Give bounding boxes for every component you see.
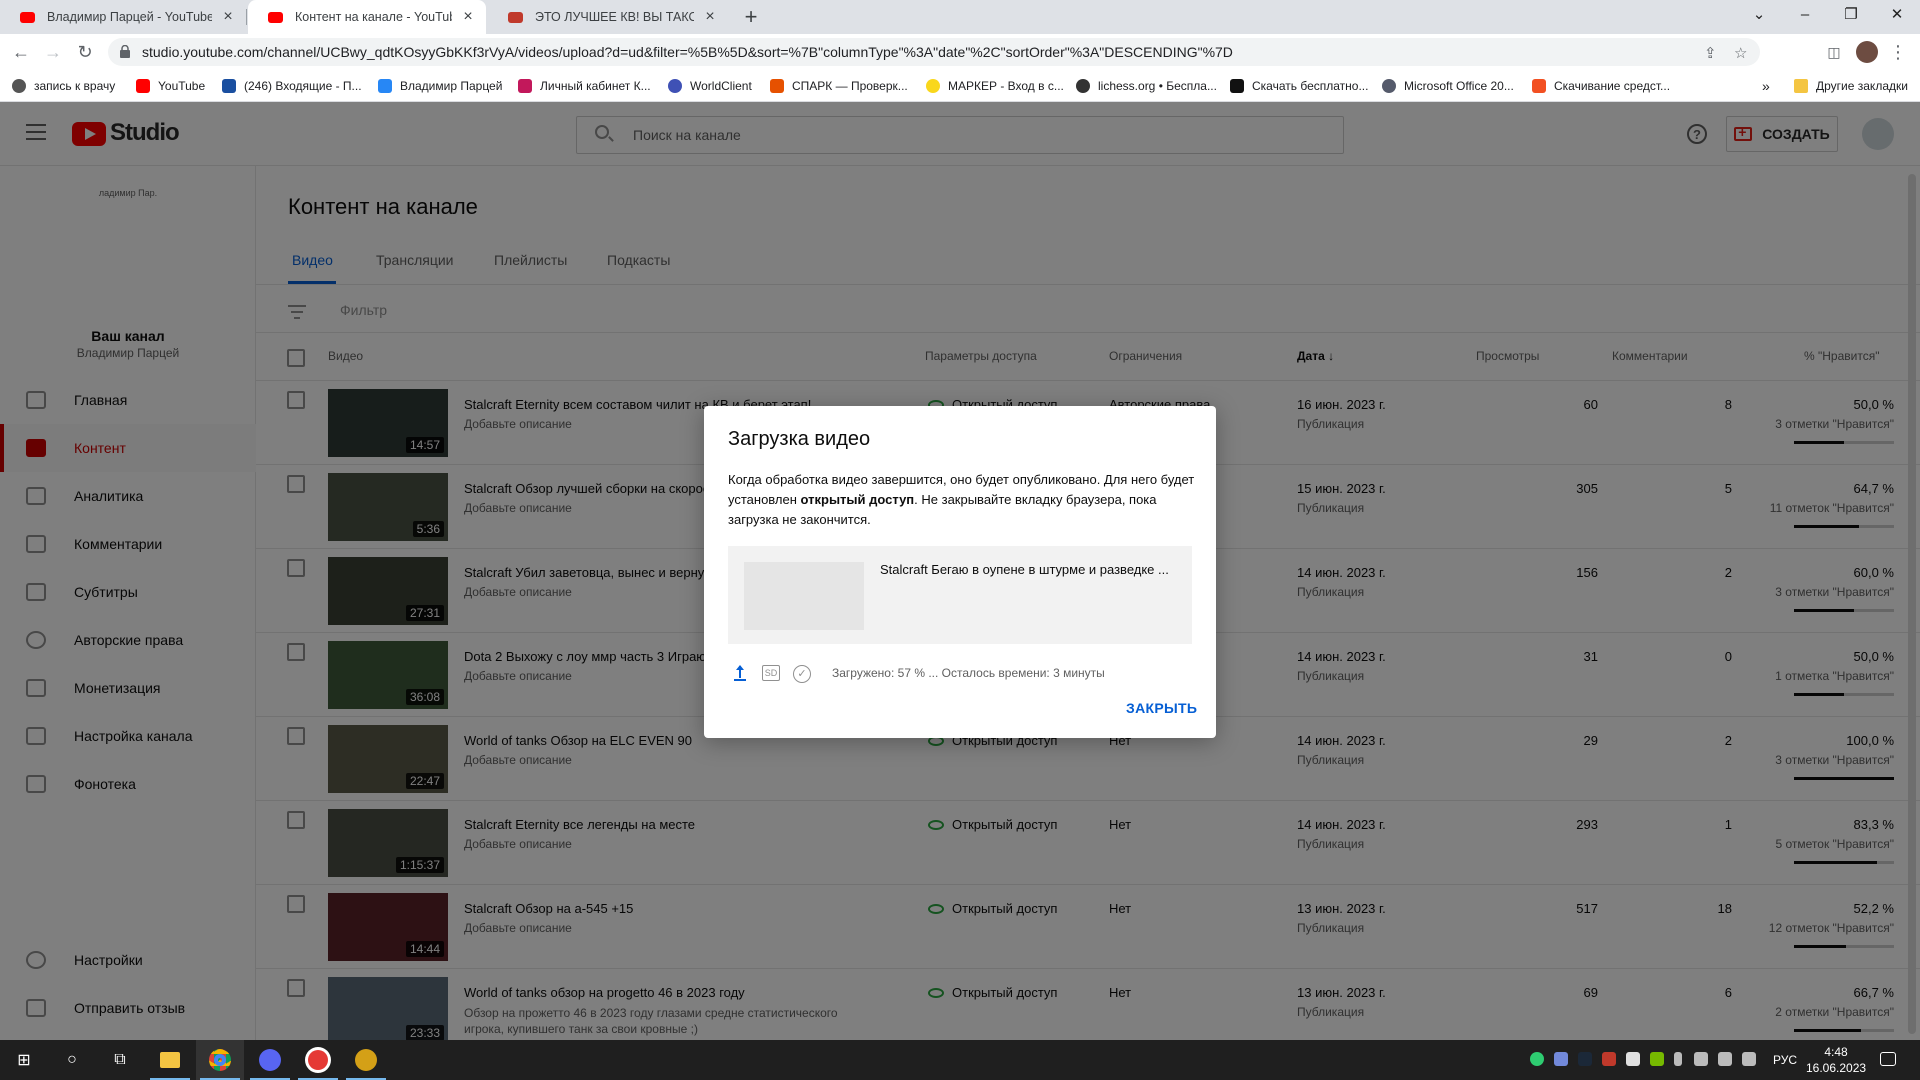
worldclient-icon	[668, 79, 682, 93]
dialog-message: Когда обработка видео завершится, оно бу…	[728, 472, 1195, 527]
close-tab-icon[interactable]: ×	[460, 8, 476, 26]
bookmark-item[interactable]: Владимир Парцей	[378, 76, 502, 96]
download-site-icon	[1230, 79, 1244, 93]
check-circle-icon: ✓	[793, 665, 811, 683]
browser-toolbar: ← → ↻ studio.youtube.com/channel/UCBwy_q…	[0, 34, 1920, 70]
globe-icon	[12, 79, 26, 93]
tray-app-icon[interactable]	[1626, 1052, 1640, 1066]
bookmark-item[interactable]: запись к врачу	[12, 76, 115, 96]
back-icon[interactable]: ←	[9, 40, 33, 64]
windows-start-icon[interactable]: ⊞	[0, 1040, 48, 1080]
upload-status-text: Загружено: 57 % ... Осталось времени: 3 …	[832, 666, 1105, 680]
browser-tab-strip: Владимир Парцей - YouTube × Контент на к…	[0, 0, 1920, 34]
bank-icon	[518, 79, 532, 93]
close-tab-icon[interactable]: ×	[702, 8, 718, 26]
task-view-icon[interactable]: ⧉	[96, 1040, 144, 1080]
youtube-studio-icon	[268, 11, 283, 23]
forward-icon[interactable]: →	[41, 40, 65, 64]
bookmark-item[interactable]: Скачивание средст...	[1532, 76, 1670, 96]
microphone-icon[interactable]	[1674, 1052, 1682, 1066]
tab-title: Владимир Парцей - YouTube	[47, 10, 212, 24]
minimize-button[interactable]: –	[1782, 0, 1828, 32]
dialog-title: Загрузка видео	[728, 428, 871, 450]
tray-steam-icon[interactable]	[1578, 1052, 1592, 1066]
tray-discord-icon[interactable]	[1554, 1052, 1568, 1066]
file-explorer-icon[interactable]	[146, 1040, 194, 1080]
new-tab-button[interactable]: +	[738, 4, 764, 30]
bookmark-item[interactable]: МАРКЕР - Вход в с...	[926, 76, 1064, 96]
restore-button[interactable]: ❐	[1828, 0, 1874, 32]
video-site-icon	[508, 11, 523, 23]
bookmark-item[interactable]: lichess.org • Беспла...	[1076, 76, 1217, 96]
volume-icon[interactable]	[1742, 1052, 1756, 1066]
mail-icon	[222, 79, 236, 93]
bookmark-item[interactable]: YouTube	[136, 76, 205, 96]
folder-icon	[1794, 79, 1808, 93]
bookmark-star-icon[interactable]: ☆	[1734, 44, 1747, 62]
network-icon[interactable]	[1718, 1052, 1732, 1066]
chrome-icon[interactable]	[196, 1040, 244, 1080]
bookmark-item[interactable]: (246) Входящие - П...	[222, 76, 362, 96]
search-icon[interactable]: ○	[48, 1040, 96, 1080]
close-dialog-button[interactable]: ЗАКРЫТЬ	[1126, 700, 1197, 716]
youtube-icon	[20, 11, 35, 23]
browser-tab-channel[interactable]: Владимир Парцей - YouTube ×	[0, 0, 246, 34]
stalcraft-icon[interactable]	[342, 1040, 390, 1080]
taskbar-clock[interactable]: 4:48 16.06.2023	[1806, 1044, 1866, 1076]
other-bookmarks-folder[interactable]: Другие закладки	[1794, 76, 1908, 96]
tab-divider	[246, 9, 247, 25]
close-tab-icon[interactable]: ×	[220, 8, 236, 26]
bookmark-item[interactable]: Скачать бесплатно...	[1230, 76, 1368, 96]
battery-icon[interactable]	[1694, 1052, 1708, 1066]
upload-thumbnail	[744, 562, 864, 630]
share-icon[interactable]: ⇪	[1704, 44, 1717, 62]
tray-recorder-icon[interactable]	[1602, 1052, 1616, 1066]
upload-dialog: Загрузка видео Когда обработка видео зав…	[704, 406, 1216, 738]
bookmark-item[interactable]: Личный кабинет К...	[518, 76, 651, 96]
windows-taskbar: ⊞ ○ ⧉ РУС 4:48 16.06.2023	[0, 1040, 1920, 1080]
vk-icon	[378, 79, 392, 93]
tab-title: ЭТО ЛУЧШЕЕ КВ! ВЫ ТАКОГО ЕЩЁ	[535, 10, 694, 24]
sidepanel-icon[interactable]: ◫	[1822, 40, 1846, 64]
tray-nvidia-icon[interactable]	[1650, 1052, 1664, 1066]
menu-icon[interactable]: ⋮	[1886, 40, 1910, 64]
upload-video-title: Stalcraft Бегаю в оупене в штурме и разв…	[880, 562, 1169, 577]
more-bookmarks-button[interactable]: »	[1762, 76, 1770, 96]
close-window-button[interactable]: ✕	[1874, 0, 1920, 32]
bookmark-item[interactable]: СПАРК — Проверк...	[770, 76, 908, 96]
bookmark-item[interactable]: WorldClient	[668, 76, 752, 96]
tab-search-button[interactable]: ⌄	[1736, 0, 1782, 32]
reload-icon[interactable]: ↻	[73, 40, 97, 64]
browser-tab-video[interactable]: ЭТО ЛУЧШЕЕ КВ! ВЫ ТАКОГО ЕЩЁ ×	[488, 0, 728, 34]
tray-app-icon[interactable]	[1530, 1052, 1544, 1066]
tab-title: Контент на канале - YouTube Studio	[295, 10, 452, 24]
office-site-icon	[1382, 79, 1396, 93]
url-text: studio.youtube.com/channel/UCBwy_qdtKOsy…	[142, 44, 1233, 60]
keyboard-language[interactable]: РУС	[1773, 1053, 1797, 1067]
recorder-icon[interactable]	[294, 1040, 342, 1080]
address-bar[interactable]: studio.youtube.com/channel/UCBwy_qdtKOsy…	[108, 38, 1760, 66]
browser-tab-studio[interactable]: Контент на канале - YouTube Studio ×	[248, 0, 486, 34]
youtube-icon	[136, 79, 150, 93]
upload-arrow-icon	[733, 664, 747, 682]
upload-item-card: Stalcraft Бегаю в оупене в штурме и разв…	[728, 546, 1192, 644]
discord-icon[interactable]	[246, 1040, 294, 1080]
notifications-icon[interactable]	[1880, 1052, 1896, 1066]
microsoft-icon	[1532, 79, 1546, 93]
lock-icon	[120, 45, 130, 58]
spark-icon	[770, 79, 784, 93]
marker-icon	[926, 79, 940, 93]
bookmark-item[interactable]: Microsoft Office 20...	[1382, 76, 1514, 96]
sd-quality-icon: SD	[762, 665, 780, 681]
profile-avatar[interactable]	[1856, 41, 1878, 63]
bookmarks-bar: запись к врачу YouTube (246) Входящие - …	[0, 70, 1920, 102]
lichess-icon	[1076, 79, 1090, 93]
